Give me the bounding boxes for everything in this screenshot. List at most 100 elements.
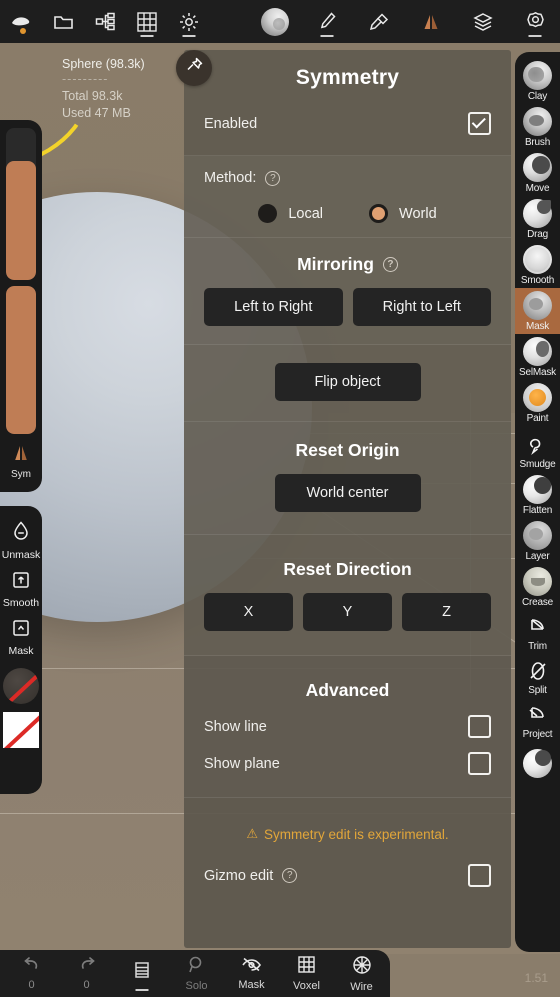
stats-divider: --------- bbox=[62, 72, 109, 86]
brush-label-drag: Drag bbox=[527, 229, 548, 240]
wire-toggle-button[interactable]: Wire bbox=[334, 950, 389, 997]
method-radio-local[interactable]: Local bbox=[258, 204, 323, 223]
redo-icon bbox=[77, 956, 97, 978]
axis-y-button[interactable]: Y bbox=[303, 593, 392, 631]
voxel-toggle-button[interactable]: Voxel bbox=[279, 950, 334, 997]
gizmo-section: ⚠ Symmetry edit is experimental. Gizmo e… bbox=[184, 798, 511, 901]
show-line-label: Show line bbox=[204, 718, 267, 735]
flip-object-button[interactable]: Flip object bbox=[274, 363, 421, 401]
show-line-row[interactable]: Show line bbox=[204, 715, 491, 738]
brush-item-split[interactable]: Split bbox=[515, 654, 560, 698]
brush-item-mask[interactable]: Mask bbox=[515, 288, 560, 334]
folder-icon[interactable] bbox=[42, 0, 84, 43]
enabled-checkbox[interactable] bbox=[468, 112, 491, 135]
gizmo-edit-row[interactable]: Gizmo edit ? bbox=[204, 864, 491, 887]
axis-z-button[interactable]: Z bbox=[402, 593, 491, 631]
texture-swatch-none[interactable] bbox=[3, 712, 39, 748]
reset-direction-title: Reset Direction bbox=[283, 559, 412, 579]
enabled-label: Enabled bbox=[204, 115, 258, 132]
light-icon[interactable] bbox=[168, 0, 210, 43]
mirroring-section: Mirroring ? Left to Right Right to Left bbox=[184, 238, 511, 345]
material-sphere-icon[interactable] bbox=[254, 0, 296, 43]
warning-triangle-icon: ⚠ bbox=[246, 826, 259, 841]
brush-item-project[interactable]: Project bbox=[515, 698, 560, 742]
enabled-row[interactable]: Enabled bbox=[204, 112, 491, 135]
brush-icon[interactable] bbox=[306, 0, 348, 43]
solo-label: Solo bbox=[185, 980, 208, 992]
left-sidebar-sliders: Sym bbox=[0, 120, 42, 492]
wire-label: Wire bbox=[350, 980, 373, 993]
show-plane-row[interactable]: Show plane bbox=[204, 752, 491, 775]
solo-button[interactable]: Solo bbox=[169, 950, 224, 997]
right-to-left-button[interactable]: Right to Left bbox=[352, 288, 491, 326]
clay-brush-icon bbox=[523, 61, 552, 90]
brush-label-mask: Mask bbox=[525, 321, 550, 332]
mask-toggle-button[interactable]: Mask bbox=[224, 950, 279, 997]
brush-label-paint: Paint bbox=[526, 413, 549, 424]
panel-title: Symmetry bbox=[295, 66, 400, 89]
brush-item-trim[interactable]: Trim bbox=[515, 610, 560, 654]
method-radio-world[interactable]: World bbox=[369, 204, 437, 223]
object-icon[interactable] bbox=[0, 0, 42, 43]
brush-label-brush: Brush bbox=[524, 137, 551, 148]
symmetry-icon bbox=[10, 444, 32, 467]
scene-tree-icon[interactable] bbox=[84, 0, 126, 43]
undo-button[interactable]: 0 bbox=[4, 950, 59, 997]
radio-world-indicator bbox=[369, 204, 389, 223]
brush-item-flatten[interactable]: Flatten bbox=[515, 472, 560, 518]
sidebar-label-smooth: Smooth bbox=[2, 597, 40, 609]
brush-item-smooth[interactable]: Smooth bbox=[515, 242, 560, 288]
mirroring-title-row: Mirroring ? bbox=[204, 254, 491, 275]
radius-slider[interactable] bbox=[6, 128, 36, 280]
layers-icon[interactable] bbox=[462, 0, 504, 43]
unmask-drop-icon bbox=[11, 520, 31, 547]
symmetry-icon[interactable] bbox=[410, 0, 452, 43]
brush-label-crease: Crease bbox=[521, 597, 554, 608]
gizmo-help-icon[interactable]: ? bbox=[282, 868, 298, 883]
radio-local-indicator bbox=[258, 204, 278, 223]
settings-icon[interactable] bbox=[514, 0, 556, 43]
mirroring-help-icon[interactable]: ? bbox=[382, 257, 398, 272]
gizmo-edit-label: Gizmo edit bbox=[204, 867, 274, 884]
brush-item-smudge[interactable]: Smudge bbox=[515, 426, 560, 472]
sidebar-item-unmask[interactable]: Unmask bbox=[0, 520, 42, 561]
redo-button[interactable]: 0 bbox=[59, 950, 114, 997]
show-line-checkbox[interactable] bbox=[468, 715, 491, 738]
sidebar-item-mask[interactable]: Mask bbox=[0, 618, 42, 657]
voxel-label: Voxel bbox=[293, 980, 320, 992]
brush-item-drag[interactable]: Drag bbox=[515, 196, 560, 242]
layers-list-icon bbox=[133, 961, 151, 987]
brush-item-brush[interactable]: Brush bbox=[515, 104, 560, 150]
intensity-slider[interactable] bbox=[6, 286, 36, 434]
paint-brush-icon bbox=[523, 383, 552, 412]
panel-header-section: Symmetry Enabled bbox=[184, 50, 511, 156]
brush-item-more[interactable] bbox=[515, 746, 560, 780]
more-brush-icon bbox=[523, 749, 552, 778]
mask-eye-off-icon bbox=[241, 956, 262, 978]
layers-list-button[interactable] bbox=[114, 950, 169, 997]
drag-brush-icon bbox=[523, 199, 552, 228]
brush-item-clay[interactable]: Clay bbox=[515, 58, 560, 104]
reset-origin-title: Reset Origin bbox=[295, 440, 400, 460]
axis-buttons: X Y Z bbox=[204, 593, 491, 631]
grid-icon[interactable] bbox=[126, 0, 168, 43]
brush-item-selmask[interactable]: SelMask bbox=[515, 334, 560, 380]
method-help-icon[interactable]: ? bbox=[265, 170, 281, 186]
show-plane-checkbox[interactable] bbox=[468, 752, 491, 775]
brush-item-move[interactable]: Move bbox=[515, 150, 560, 196]
gizmo-edit-checkbox[interactable] bbox=[468, 864, 491, 887]
brush-item-crease[interactable]: Crease bbox=[515, 564, 560, 610]
left-to-right-button[interactable]: Left to Right bbox=[204, 288, 343, 326]
world-center-button[interactable]: World center bbox=[274, 474, 421, 512]
smudge-brush-icon bbox=[526, 429, 550, 458]
method-radio-group: Local World bbox=[204, 204, 491, 223]
sidebar-item-smooth[interactable]: Smooth bbox=[0, 570, 42, 609]
pin-panel-button[interactable] bbox=[176, 50, 212, 86]
split-brush-icon bbox=[526, 657, 550, 684]
axis-x-button[interactable]: X bbox=[204, 593, 293, 631]
alpha-swatch-none[interactable] bbox=[3, 668, 39, 704]
brush-item-paint[interactable]: Paint bbox=[515, 380, 560, 426]
paint-icon[interactable] bbox=[358, 0, 400, 43]
brush-item-layer[interactable]: Layer bbox=[515, 518, 560, 564]
sym-toggle-button[interactable]: Sym bbox=[4, 444, 38, 480]
